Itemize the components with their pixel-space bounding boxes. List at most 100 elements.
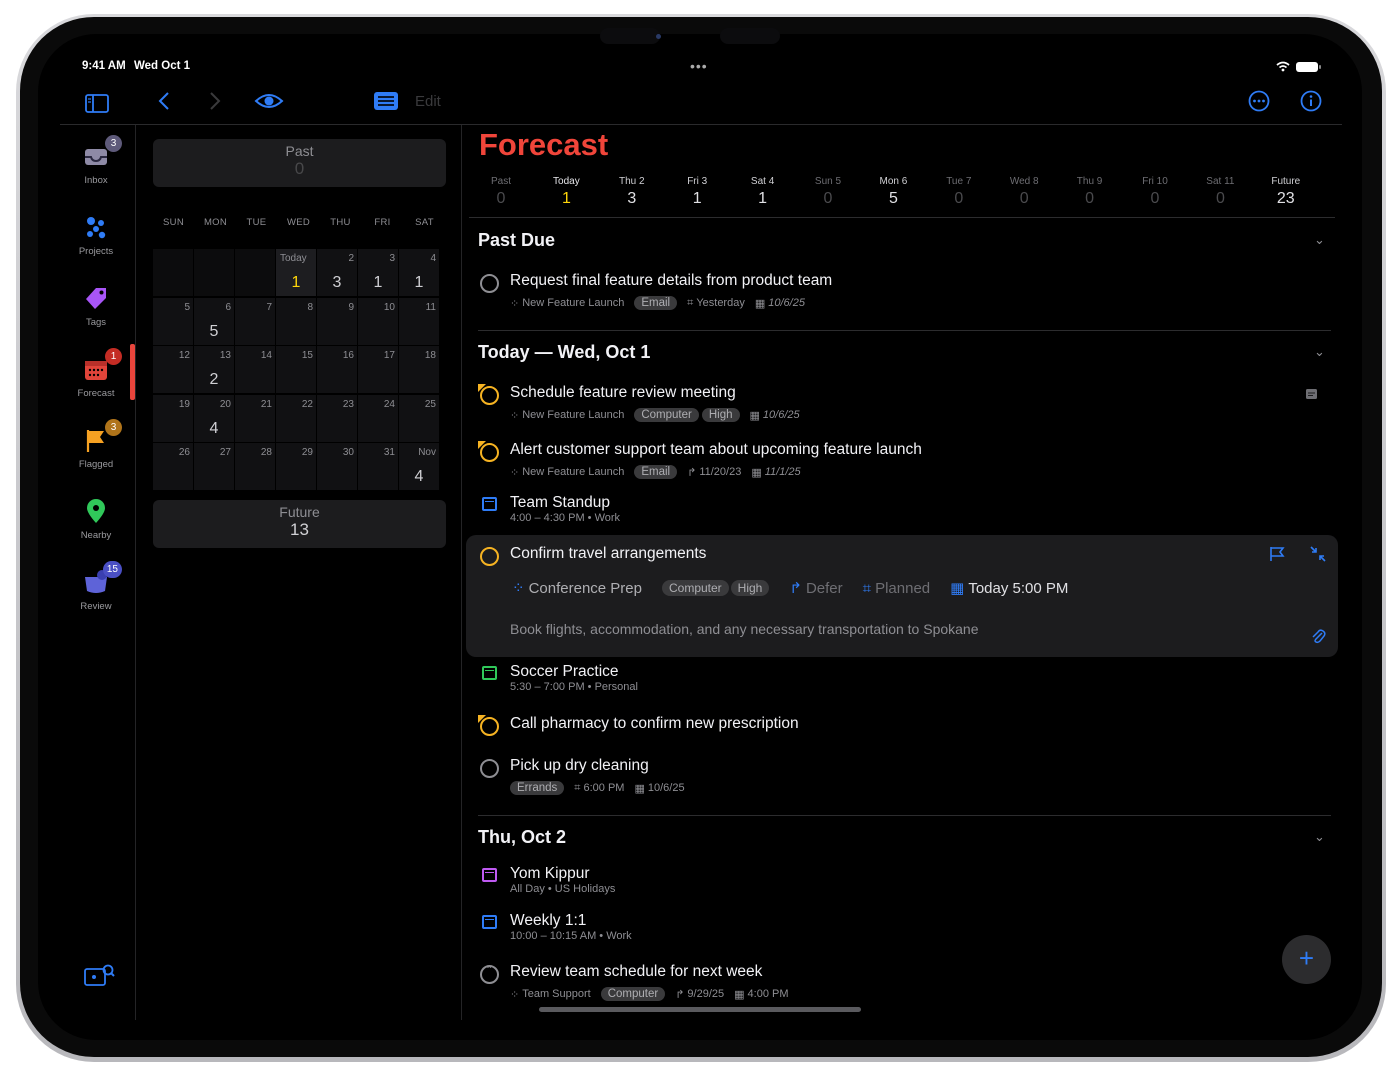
- due-button[interactable]: Today 5:00 PM: [968, 580, 1068, 597]
- sidebar-item-tags[interactable]: Tags: [56, 285, 136, 328]
- forecast-day-0[interactable]: Past 0: [471, 176, 531, 208]
- calendar-day[interactable]: Nov 4: [399, 443, 439, 490]
- task-row[interactable]: Review team schedule for next week ⁘Team…: [478, 962, 1328, 1007]
- task-checkbox[interactable]: [480, 547, 499, 566]
- task-checkbox[interactable]: [480, 274, 499, 293]
- forecast-day-5[interactable]: Sun 5 0: [798, 176, 858, 208]
- calendar-day[interactable]: 16: [317, 346, 357, 393]
- planned-button[interactable]: Planned: [875, 580, 930, 597]
- event-row[interactable]: Weekly 1:1 10:00 – 10:15 AM • Work: [478, 912, 1328, 946]
- calendar-day[interactable]: 41: [399, 249, 439, 296]
- forecast-day-4[interactable]: Sat 4 1: [733, 176, 793, 208]
- defer-button[interactable]: Defer: [806, 580, 843, 597]
- calendar-day[interactable]: 26: [153, 443, 193, 490]
- past-box[interactable]: Past 0: [153, 139, 446, 187]
- tag-pill[interactable]: High: [730, 580, 770, 596]
- calendar-day[interactable]: 18: [399, 346, 439, 393]
- calendar-day[interactable]: 20 4: [194, 395, 234, 442]
- calendar-day[interactable]: 31: [358, 443, 398, 490]
- calendar-day[interactable]: 23: [317, 395, 357, 442]
- calendar-day[interactable]: 8: [276, 298, 316, 345]
- collapse-icon[interactable]: [1310, 546, 1326, 562]
- task-row-expanded[interactable]: Confirm travel arrangements ⁘ Conference …: [478, 545, 1328, 645]
- forecast-day-6[interactable]: Mon 6 5: [863, 176, 923, 208]
- chevron-down-icon[interactable]: ⌄: [1314, 829, 1325, 845]
- calendar-day[interactable]: 21: [235, 395, 275, 442]
- calendar-day[interactable]: 13 2: [194, 346, 234, 393]
- calendar-day[interactable]: 28: [235, 443, 275, 490]
- calendar-day[interactable]: 12: [153, 346, 193, 393]
- task-row[interactable]: Request final feature details from produ…: [478, 272, 1328, 316]
- more-options-icon[interactable]: [1248, 90, 1270, 112]
- sidebar-toggle-icon[interactable]: [85, 94, 109, 113]
- back-icon[interactable]: [157, 91, 171, 111]
- event-row[interactable]: Soccer Practice 5:30 – 7:00 PM • Persona…: [478, 663, 1328, 697]
- calendar-day[interactable]: 23: [317, 249, 357, 296]
- task-checkbox[interactable]: [480, 759, 499, 778]
- tag-pill[interactable]: Computer: [661, 580, 729, 596]
- task-row[interactable]: Pick up dry cleaning Errands ⌗ 6:00 PM ▦ 1…: [478, 757, 1328, 801]
- calendar-day[interactable]: 17: [358, 346, 398, 393]
- calendar-day[interactable]: 5: [153, 298, 193, 345]
- calendar-day[interactable]: 27: [194, 443, 234, 490]
- calendar-day[interactable]: 15: [276, 346, 316, 393]
- camera-housing: [600, 28, 660, 44]
- forecast-day-7[interactable]: Tue 7 0: [929, 176, 989, 208]
- sidebar-item-projects[interactable]: Projects: [56, 214, 136, 257]
- home-indicator[interactable]: [539, 1007, 861, 1012]
- forecast-day-10[interactable]: Fri 10 0: [1125, 176, 1185, 208]
- multitasking-dots-icon[interactable]: •••: [690, 58, 708, 74]
- attachment-paperclip-icon[interactable]: [1310, 627, 1326, 645]
- sidebar-item-inbox[interactable]: 3 Inbox: [56, 135, 136, 186]
- task-row[interactable]: Alert customer support team about upcomi…: [478, 441, 1328, 485]
- event-time: 10:00 – 10:15 AM • Work: [510, 930, 632, 942]
- task-note[interactable]: Book flights, accommodation, and any nec…: [510, 621, 979, 637]
- task-row[interactable]: Schedule feature review meeting ⁘ New Fea…: [478, 384, 1328, 428]
- due-icon: ▦: [754, 297, 766, 310]
- forecast-day-3[interactable]: Fri 3 1: [667, 176, 727, 208]
- forecast-day-11[interactable]: Sat 11 0: [1190, 176, 1250, 208]
- task-project[interactable]: Conference Prep: [529, 580, 642, 597]
- calendar-day[interactable]: 7: [235, 298, 275, 345]
- sidebar-item-review[interactable]: 15 Review: [56, 561, 136, 612]
- list-selection-icon[interactable]: [374, 91, 398, 111]
- forecast-day-12[interactable]: Future 23: [1256, 176, 1316, 208]
- task-checkbox[interactable]: [480, 962, 499, 984]
- calendar-day-today[interactable]: Today 1: [276, 249, 316, 296]
- calendar-day[interactable]: 14: [235, 346, 275, 393]
- forecast-day-1[interactable]: Today 1: [536, 176, 596, 208]
- forecast-day-8[interactable]: Wed 8 0: [994, 176, 1054, 208]
- calendar-day[interactable]: 24: [358, 395, 398, 442]
- flag-toggle-icon[interactable]: [1269, 546, 1285, 562]
- info-icon[interactable]: [1300, 90, 1322, 112]
- event-row[interactable]: Team Standup 4:00 – 4:30 PM • Work: [478, 494, 1328, 528]
- day-number: 22: [301, 399, 313, 410]
- section-divider: [478, 330, 1331, 331]
- calendar-event-icon: [482, 666, 497, 680]
- future-box[interactable]: Future 13: [153, 500, 446, 548]
- forward-icon[interactable]: [208, 91, 222, 111]
- calendar-day[interactable]: 11: [399, 298, 439, 345]
- calendar-day[interactable]: 31: [358, 249, 398, 296]
- calendar-day[interactable]: 65: [194, 298, 234, 345]
- sidebar-item-forecast[interactable]: 1 Forecast: [56, 348, 136, 399]
- forecast-day-2[interactable]: Thu 2 3: [602, 176, 662, 208]
- edit-button[interactable]: Edit: [415, 93, 441, 110]
- calendar-day[interactable]: 9: [317, 298, 357, 345]
- sidebar-item-nearby[interactable]: Nearby: [56, 498, 136, 541]
- quick-open-icon[interactable]: [84, 963, 116, 987]
- forecast-day-9[interactable]: Thu 9 0: [1060, 176, 1120, 208]
- calendar-day[interactable]: 25: [399, 395, 439, 442]
- chevron-down-icon[interactable]: ⌄: [1314, 232, 1325, 248]
- calendar-day[interactable]: 30: [317, 443, 357, 490]
- calendar-day[interactable]: 22: [276, 395, 316, 442]
- calendar-day[interactable]: 29: [276, 443, 316, 490]
- chevron-down-icon[interactable]: ⌄: [1314, 344, 1325, 360]
- add-item-button[interactable]: +: [1282, 935, 1331, 984]
- task-row[interactable]: Call pharmacy to confirm new prescriptio…: [478, 715, 1328, 739]
- sidebar-item-flagged[interactable]: 3 Flagged: [56, 419, 136, 470]
- calendar-day[interactable]: 19: [153, 395, 193, 442]
- calendar-day[interactable]: 10: [358, 298, 398, 345]
- view-options-eye-icon[interactable]: [254, 92, 284, 110]
- event-row[interactable]: Yom Kippur All Day • US Holidays: [478, 865, 1328, 899]
